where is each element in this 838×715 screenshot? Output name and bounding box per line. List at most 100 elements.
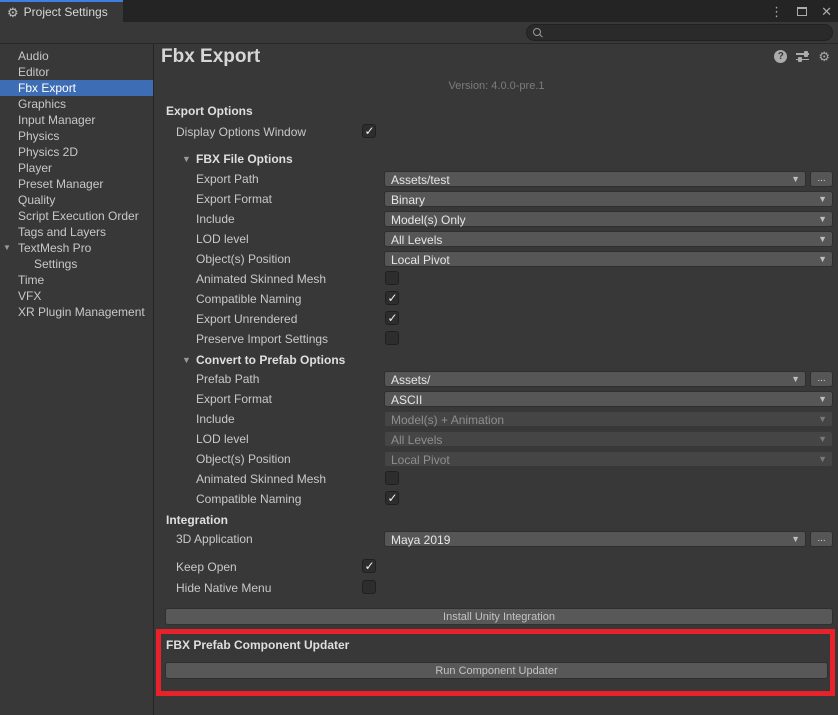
run-component-updater-button[interactable]: Run Component Updater (165, 662, 828, 679)
sidebar-item-physics[interactable]: Physics (0, 128, 153, 144)
export-path-browse-button[interactable]: ... (810, 171, 833, 187)
highlight-red-box: FBX Prefab Component Updater Run Compone… (156, 629, 835, 696)
export-path-label: Export Path (196, 172, 259, 186)
prefab-export-format-label: Export Format (196, 392, 272, 406)
sidebar-item-audio[interactable]: Audio (0, 48, 153, 64)
3d-application-row: 3D Application Maya 2019 ... (155, 531, 838, 547)
version-text: Version: 4.0.0-pre.1 (155, 80, 838, 92)
presets-icon[interactable] (796, 51, 809, 63)
compatible-naming-checkbox[interactable] (385, 291, 399, 305)
prefab-lod-level-row: LOD level All Levels (155, 431, 838, 447)
compatible-naming-row: Compatible Naming (155, 291, 838, 307)
display-options-window-row: Display Options Window (155, 124, 838, 140)
display-options-window-checkbox[interactable] (362, 124, 376, 138)
help-icon[interactable]: ? (774, 50, 787, 63)
chevron-down-icon (791, 534, 800, 544)
close-icon[interactable]: ✕ (821, 5, 832, 18)
sidebar-item-editor[interactable]: Editor (0, 64, 153, 80)
3d-application-dropdown[interactable]: Maya 2019 (384, 531, 806, 547)
prefab-lod-level-label: LOD level (196, 432, 249, 446)
sidebar-item-tags-and-layers[interactable]: Tags and Layers (0, 224, 153, 240)
sidebar-item-textmesh-settings[interactable]: Settings (0, 256, 153, 272)
chevron-down-icon (791, 374, 800, 384)
search-box[interactable] (526, 24, 833, 41)
fbx-prefab-component-updater-header: FBX Prefab Component Updater (166, 638, 349, 652)
sidebar-item-player[interactable]: Player (0, 160, 153, 176)
prefab-compatible-naming-label: Compatible Naming (196, 492, 301, 506)
hide-native-menu-row: Hide Native Menu (155, 580, 838, 596)
include-dropdown[interactable]: Model(s) Only (384, 211, 833, 227)
preserve-import-settings-checkbox[interactable] (385, 331, 399, 345)
chevron-down-icon (818, 414, 827, 424)
chevron-down-icon (791, 174, 800, 184)
foldout-open-icon[interactable] (3, 240, 11, 256)
sidebar-item-time[interactable]: Time (0, 272, 153, 288)
sidebar-item-fbx-export[interactable]: Fbx Export (0, 80, 153, 96)
settings-sidebar: Audio Editor Fbx Export Graphics Input M… (0, 44, 154, 715)
prefab-include-dropdown: Model(s) + Animation (384, 411, 833, 427)
prefab-export-format-dropdown[interactable]: ASCII (384, 391, 833, 407)
3d-application-browse-button[interactable]: ... (810, 531, 833, 547)
settings-gear-icon[interactable]: ⚙ (818, 50, 830, 63)
kebab-menu-icon[interactable]: ⋮ (770, 5, 783, 18)
include-label: Include (196, 212, 235, 226)
fbx-file-options-foldout[interactable]: FBX File Options (155, 152, 838, 167)
window-controls: ⋮ ✕ (770, 0, 832, 22)
search-icon (533, 28, 543, 38)
preserve-import-settings-row: Preserve Import Settings (155, 331, 838, 347)
sidebar-item-physics-2d[interactable]: Physics 2D (0, 144, 153, 160)
integration-header: Integration (166, 513, 228, 527)
prefab-compatible-naming-checkbox[interactable] (385, 491, 399, 505)
export-path-value: Assets/test (391, 173, 450, 187)
export-unrendered-row: Export Unrendered (155, 311, 838, 327)
prefab-animated-skinned-mesh-row: Animated Skinned Mesh (155, 471, 838, 487)
animated-skinned-mesh-label: Animated Skinned Mesh (196, 272, 326, 286)
lod-level-row: LOD level All Levels (155, 231, 838, 247)
export-unrendered-checkbox[interactable] (385, 311, 399, 325)
export-format-dropdown[interactable]: Binary (384, 191, 833, 207)
search-input[interactable] (547, 27, 832, 39)
prefab-compatible-naming-row: Compatible Naming (155, 491, 838, 507)
sidebar-item-xr-plugin-management[interactable]: XR Plugin Management (0, 304, 153, 320)
page-title: Fbx Export (161, 46, 260, 68)
sidebar-item-graphics[interactable]: Graphics (0, 96, 153, 112)
body: Audio Editor Fbx Export Graphics Input M… (0, 44, 838, 715)
maximize-icon[interactable] (797, 7, 807, 16)
project-settings-window: ⚙ Project Settings ⋮ ✕ Audio Editor Fbx … (0, 0, 838, 715)
objects-position-label: Object(s) Position (196, 252, 291, 266)
prefab-animated-skinned-mesh-checkbox[interactable] (385, 471, 399, 485)
tab-project-settings[interactable]: ⚙ Project Settings (0, 0, 123, 22)
keep-open-row: Keep Open (155, 559, 838, 575)
chevron-down-icon (818, 214, 827, 224)
sidebar-item-input-manager[interactable]: Input Manager (0, 112, 153, 128)
display-options-window-label: Display Options Window (176, 125, 306, 139)
hide-native-menu-checkbox[interactable] (362, 580, 376, 594)
objects-position-row: Object(s) Position Local Pivot (155, 251, 838, 267)
keep-open-checkbox[interactable] (362, 559, 376, 573)
objects-position-dropdown[interactable]: Local Pivot (384, 251, 833, 267)
convert-to-prefab-options-foldout[interactable]: Convert to Prefab Options (155, 353, 838, 368)
export-format-row: Export Format Binary (155, 191, 838, 207)
prefab-path-dropdown[interactable]: Assets/ (384, 371, 806, 387)
gear-icon: ⚙ (7, 6, 19, 19)
prefab-path-browse-button[interactable]: ... (810, 371, 833, 387)
install-unity-integration-button[interactable]: Install Unity Integration (165, 608, 833, 625)
sidebar-item-quality[interactable]: Quality (0, 192, 153, 208)
export-path-row: Export Path Assets/test ... (155, 171, 838, 187)
prefab-export-format-row: Export Format ASCII (155, 391, 838, 407)
prefab-path-row: Prefab Path Assets/ ... (155, 371, 838, 387)
lod-level-dropdown[interactable]: All Levels (384, 231, 833, 247)
prefab-objects-position-dropdown: Local Pivot (384, 451, 833, 467)
sidebar-item-script-execution-order[interactable]: Script Execution Order (0, 208, 153, 224)
sidebar-item-preset-manager[interactable]: Preset Manager (0, 176, 153, 192)
prefab-include-row: Include Model(s) + Animation (155, 411, 838, 427)
prefab-path-label: Prefab Path (196, 372, 259, 386)
compatible-naming-label: Compatible Naming (196, 292, 301, 306)
sidebar-item-vfx[interactable]: VFX (0, 288, 153, 304)
animated-skinned-mesh-checkbox[interactable] (385, 271, 399, 285)
hide-native-menu-label: Hide Native Menu (176, 581, 271, 595)
sidebar-item-textmesh-pro[interactable]: TextMesh Pro (0, 240, 153, 256)
sidebar-item-label: TextMesh Pro (18, 241, 91, 255)
export-path-dropdown[interactable]: Assets/test (384, 171, 806, 187)
prefab-lod-level-dropdown: All Levels (384, 431, 833, 447)
